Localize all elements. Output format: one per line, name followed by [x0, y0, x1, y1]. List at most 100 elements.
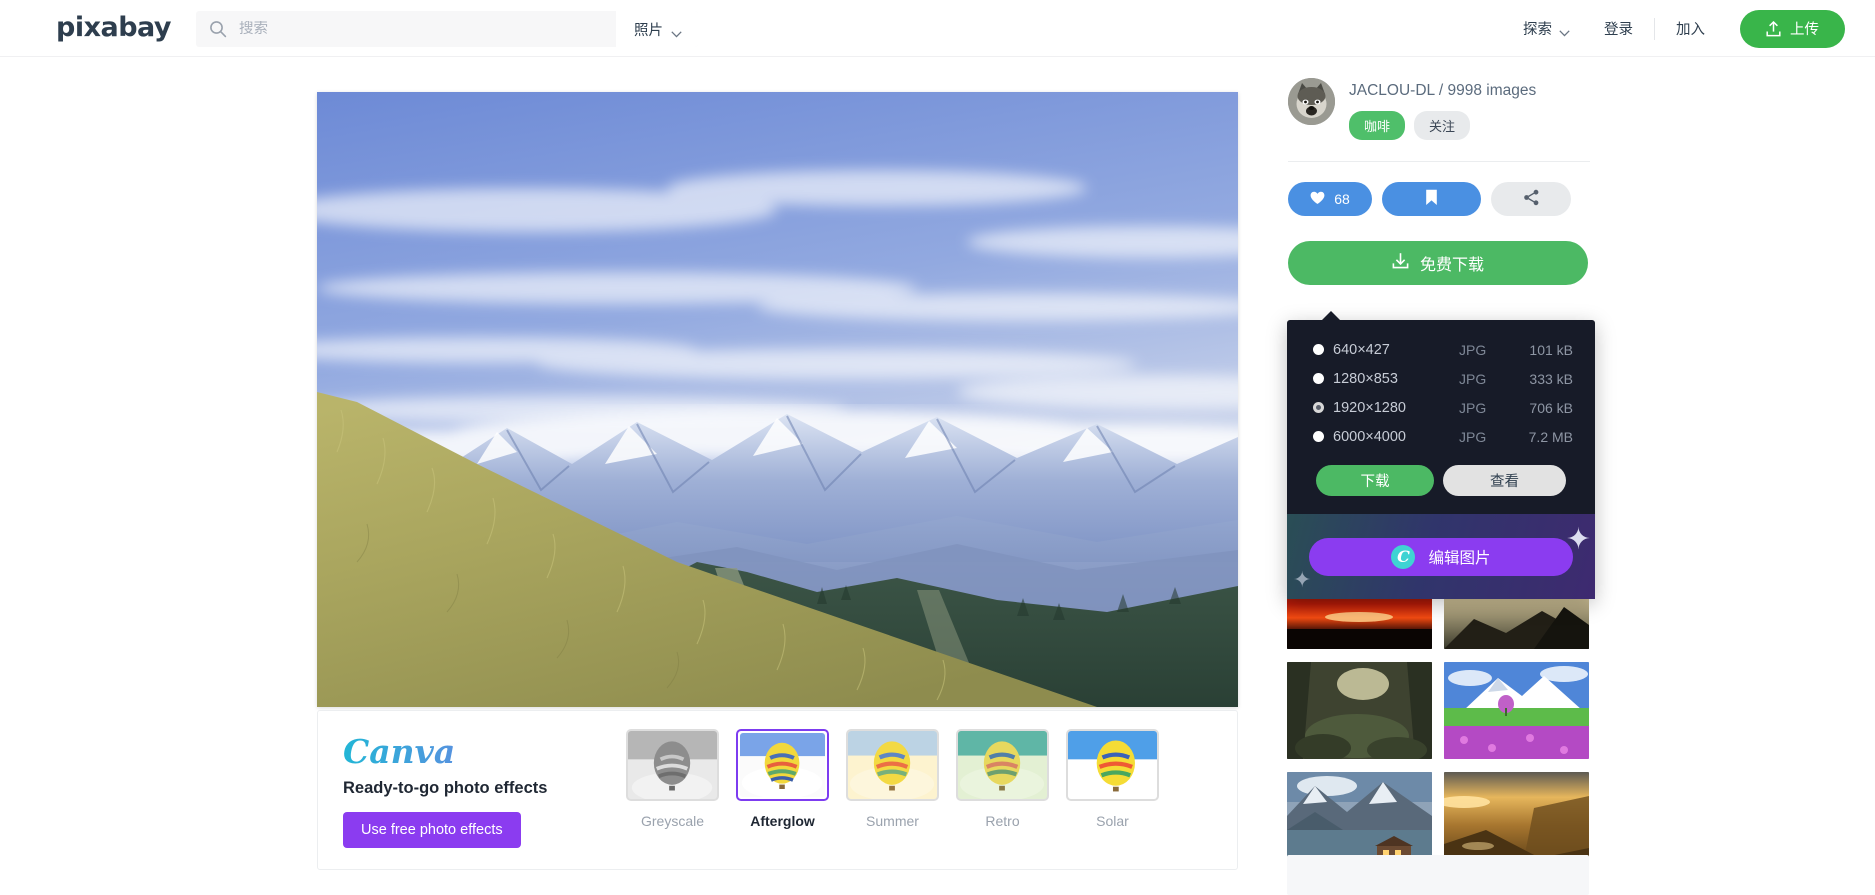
search-input[interactable] [239, 21, 616, 37]
upload-button[interactable]: 上传 [1740, 9, 1845, 48]
option-size: 640×427 [1333, 341, 1390, 358]
filter-afterglow[interactable]: Afterglow [736, 729, 829, 829]
pixabay-logo[interactable]: pixabay [56, 12, 172, 43]
uploader-meta: JACLOU-DL / 9998 images 咖啡 关注 [1349, 78, 1536, 140]
download-options-list: 640×427 JPG 101 kB 1280×853 JPG 333 kB 1… [1287, 320, 1595, 457]
bookmark-icon [1425, 189, 1438, 209]
filter-label: Summer [866, 813, 919, 829]
panel-caret [1321, 311, 1341, 321]
balloon-retro-icon [958, 731, 1047, 799]
free-download-button[interactable]: 免费下载 [1288, 241, 1588, 285]
edit-image-button[interactable]: C 编辑图片 [1309, 537, 1573, 576]
panel-view-button[interactable]: 查看 [1443, 465, 1566, 496]
image-actions: 68 [1288, 182, 1590, 216]
filter-thumbnail [846, 729, 939, 801]
divider [1288, 161, 1590, 162]
balloon-afterglow-icon [740, 733, 825, 797]
use-free-photo-effects-button[interactable]: Use free photo effects [343, 811, 521, 848]
share-button[interactable] [1491, 182, 1571, 216]
upload-icon [1766, 20, 1781, 37]
canva-edit-banner: ✦ ✦ ✦ C 编辑图片 [1287, 514, 1595, 599]
balloon-summer-icon [848, 731, 937, 799]
filter-thumbnail [1066, 729, 1159, 801]
uploader-badges: 咖啡 关注 [1349, 111, 1536, 140]
uploader-info: JACLOU-DL / 9998 images 咖啡 关注 [1288, 78, 1590, 140]
uploader-name[interactable]: JACLOU-DL / 9998 images [1349, 82, 1536, 100]
edit-image-label: 编辑图片 [1428, 549, 1491, 567]
related-image-sunbeam-forest[interactable] [1287, 662, 1432, 759]
balloon-solar-icon [1068, 731, 1157, 799]
filter-retro[interactable]: Retro [956, 729, 1049, 829]
buy-coffee-button[interactable]: 咖啡 [1349, 111, 1406, 140]
radio-button[interactable] [1313, 344, 1324, 355]
canva-c-icon: C [1391, 544, 1416, 569]
option-format: JPG [1459, 341, 1487, 358]
sparkle-icon: ✦ [1293, 567, 1312, 592]
nav-explore[interactable]: 探索 [1506, 18, 1587, 39]
canva-headline: Ready-to-go photo effects [343, 778, 548, 797]
media-type-dropdown[interactable]: 照片 [616, 11, 698, 47]
radio-button[interactable] [1313, 373, 1324, 384]
filter-thumbnail [736, 729, 829, 801]
media-type-label: 照片 [634, 22, 663, 39]
wolf-avatar-icon [1288, 78, 1335, 125]
nav-login[interactable]: 登录 [1587, 18, 1650, 39]
nav-join[interactable]: 加入 [1659, 18, 1722, 39]
filter-label: Afterglow [750, 813, 815, 829]
download-option-row[interactable]: 640×427 JPG 101 kB [1287, 335, 1595, 364]
filter-greyscale[interactable]: Greyscale [626, 729, 719, 829]
search-icon [209, 20, 227, 38]
option-format: JPG [1459, 370, 1487, 387]
download-options-panel: 640×427 JPG 101 kB 1280×853 JPG 333 kB 1… [1287, 311, 1595, 599]
upload-button-label: 上传 [1790, 22, 1819, 38]
main-photo[interactable] [317, 92, 1238, 707]
filter-label: Retro [985, 813, 1020, 829]
sidebar-footer-placeholder [1287, 855, 1589, 895]
download-option-row[interactable]: 1920×1280 JPG 706 kB [1287, 393, 1595, 422]
balloon-greyscale-icon [628, 731, 717, 799]
snow-mountain-flowers-thumbnail [1444, 662, 1589, 759]
panel-download-button[interactable]: 下载 [1316, 465, 1434, 496]
option-size: 1280×853 [1333, 370, 1398, 387]
radio-button[interactable] [1313, 431, 1324, 442]
search-bar[interactable]: 照片 [196, 11, 698, 47]
option-filesize: 333 kB [1529, 370, 1573, 387]
avatar[interactable] [1288, 78, 1335, 125]
canva-promo-card: Canva Ready-to-go photo effects Use free… [317, 710, 1238, 870]
save-button[interactable] [1382, 182, 1481, 216]
filter-solar[interactable]: Solar [1066, 729, 1159, 829]
share-icon [1523, 189, 1540, 209]
option-filesize: 7.2 MB [1528, 428, 1573, 445]
sidebar: JACLOU-DL / 9998 images 咖啡 关注 68 免费下载 [1288, 78, 1590, 285]
option-filesize: 706 kB [1529, 399, 1573, 416]
download-option-row[interactable]: 6000×4000 JPG 7.2 MB [1287, 422, 1595, 451]
filter-thumbnail [956, 729, 1049, 801]
option-size: 1920×1280 [1333, 399, 1406, 416]
filter-label: Solar [1096, 813, 1129, 829]
nav-divider [1654, 17, 1655, 40]
panel-actions: 下载 查看 [1287, 457, 1595, 514]
like-count: 68 [1334, 191, 1350, 207]
canva-promo-text: Canva Ready-to-go photo effects Use free… [318, 711, 618, 848]
radio-button-selected[interactable] [1313, 402, 1324, 413]
option-format: JPG [1459, 399, 1487, 416]
filter-label: Greyscale [640, 813, 705, 829]
mountain-landscape-photo [317, 92, 1238, 707]
download-option-row[interactable]: 1280×853 JPG 333 kB [1287, 364, 1595, 393]
canva-logo: Canva [343, 734, 618, 770]
follow-button[interactable]: 关注 [1414, 111, 1471, 140]
heart-icon [1310, 191, 1325, 208]
filter-summer[interactable]: Summer [846, 729, 939, 829]
site-header: pixabay 照片 探索 登录 加入 上传 [0, 0, 1875, 57]
related-images-grid [1287, 567, 1589, 869]
chevron-down-icon [671, 26, 682, 38]
like-button[interactable]: 68 [1288, 182, 1372, 216]
download-icon [1392, 252, 1409, 274]
header-nav: 探索 登录 加入 上传 [1506, 0, 1845, 57]
related-image-snow-mountain-flowers[interactable] [1444, 662, 1589, 759]
option-format: JPG [1459, 428, 1487, 445]
free-download-label: 免费下载 [1419, 257, 1484, 274]
filter-thumbnail [626, 729, 719, 801]
sunbeam-forest-thumbnail [1287, 662, 1432, 759]
nav-explore-label: 探索 [1523, 22, 1552, 38]
